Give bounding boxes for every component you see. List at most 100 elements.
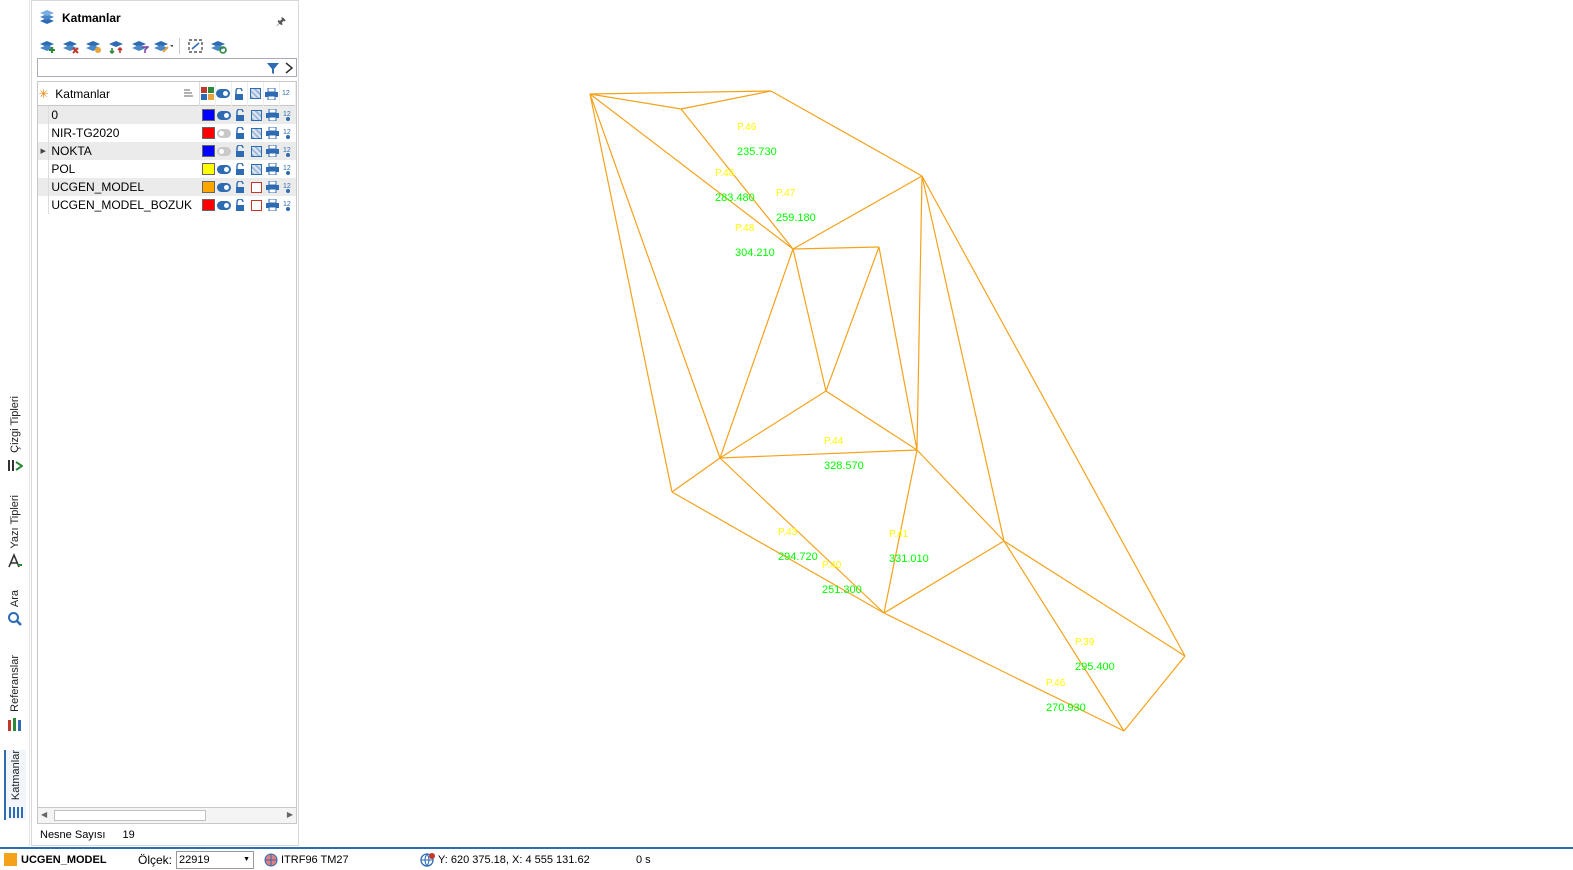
layer-fill-toggle[interactable] (248, 142, 264, 160)
tab-search[interactable]: Ara (4, 590, 26, 627)
tin-edge[interactable] (589, 93, 682, 110)
layer-row[interactable]: NIR-TG2020 12 (38, 124, 296, 142)
layer-color-swatch[interactable] (200, 106, 216, 124)
refresh-layers-icon[interactable] (209, 37, 229, 55)
layer-print-icon[interactable] (264, 160, 280, 178)
tab-layers[interactable]: Katmanlar (4, 750, 26, 821)
layer-visibility-toggle[interactable] (216, 178, 232, 196)
current-layer-indicator[interactable]: UCGEN_MODEL (4, 853, 107, 866)
scroll-thumb[interactable] (54, 810, 206, 821)
scale-dropdown[interactable]: 22919 ▼ (176, 850, 255, 869)
column-lock-icon[interactable] (232, 82, 248, 106)
tin-edge[interactable] (719, 449, 918, 459)
layer-settings-dropdown-icon[interactable] (153, 37, 173, 55)
delete-layer-icon[interactable] (61, 37, 81, 55)
tin-edge[interactable] (878, 246, 918, 451)
layer-lock-icon[interactable] (232, 196, 248, 214)
tab-text-types[interactable]: Yazı Tipleri (4, 495, 26, 569)
layer-visibility-toggle[interactable] (216, 160, 232, 178)
tin-edge[interactable] (921, 175, 1186, 657)
column-fill-icon[interactable] (248, 82, 264, 106)
layer-lock-icon[interactable] (232, 178, 248, 196)
layer-row[interactable]: UCGEN_MODEL 12 (38, 178, 296, 196)
filter-row[interactable] (37, 58, 297, 77)
layer-name[interactable]: 0 (49, 108, 200, 122)
layer-fill-toggle[interactable] (248, 178, 264, 196)
tin-edge[interactable] (589, 90, 772, 95)
scroll-left-icon[interactable]: ◀ (41, 810, 47, 819)
layer-color-swatch[interactable] (200, 142, 216, 160)
layer-name[interactable]: NIR-TG2020 (49, 126, 200, 140)
layer-color-swatch[interactable] (200, 178, 216, 196)
edit-layer-icon[interactable] (84, 37, 104, 55)
layer-visibility-toggle[interactable] (216, 196, 232, 214)
layer-row[interactable]: ▶ NOKTA 12 (38, 142, 296, 160)
horizontal-scrollbar[interactable]: ◀ ▶ (37, 807, 297, 824)
crs-indicator[interactable]: ITRF96 TM27 (264, 853, 349, 867)
tin-edge[interactable] (883, 540, 1005, 614)
column-more-icon[interactable]: 12 (280, 82, 296, 106)
tin-edge[interactable] (770, 90, 923, 177)
layer-fill-toggle[interactable] (248, 196, 264, 214)
layer-visibility-toggle[interactable] (216, 124, 232, 142)
tin-edge[interactable] (792, 246, 880, 250)
layer-more-icon[interactable]: 12 (280, 106, 296, 124)
scroll-right-icon[interactable]: ▶ (287, 810, 293, 819)
tin-edge[interactable] (916, 449, 1005, 542)
filter-icon[interactable] (266, 61, 280, 75)
tin-model-drawing[interactable]: P.46235.730P.48283.480 P.47259.180P.48304… (300, 0, 1573, 846)
tin-edge[interactable] (916, 175, 923, 451)
chevron-right-icon[interactable] (284, 61, 294, 75)
layer-more-icon[interactable]: 12 (280, 160, 296, 178)
tin-edge[interactable] (589, 93, 673, 493)
layer-fill-toggle[interactable] (248, 106, 264, 124)
tin-edge[interactable] (792, 248, 827, 392)
tin-edge[interactable] (719, 248, 794, 459)
layer-more-icon[interactable]: 12 (280, 124, 296, 142)
layer-fill-toggle[interactable] (248, 160, 264, 178)
column-color-icon[interactable] (200, 82, 216, 106)
layer-more-icon[interactable]: 12 (280, 178, 296, 196)
layer-lock-icon[interactable] (232, 124, 248, 142)
column-visibility-icon[interactable] (216, 82, 232, 106)
add-layer-icon[interactable] (38, 37, 58, 55)
tin-edge[interactable] (589, 93, 794, 250)
layer-row[interactable]: 0 12 (38, 106, 296, 124)
layer-print-icon[interactable] (264, 124, 280, 142)
layer-visibility-toggle[interactable] (216, 142, 232, 160)
layer-row[interactable]: POL 12 (38, 160, 296, 178)
layer-name[interactable]: POL (49, 162, 200, 176)
tin-edge[interactable] (671, 457, 721, 493)
layer-print-icon[interactable] (264, 142, 280, 160)
layer-visibility-toggle[interactable] (216, 106, 232, 124)
layer-print-icon[interactable] (264, 196, 280, 214)
filter-layer-icon[interactable] (130, 37, 150, 55)
tin-edge[interactable] (825, 246, 880, 392)
layer-more-icon[interactable]: 12 (280, 196, 296, 214)
layer-print-icon[interactable] (264, 178, 280, 196)
tin-edge[interactable] (1003, 540, 1186, 657)
layer-lock-icon[interactable] (232, 142, 248, 160)
column-header-name[interactable]: Katmanlar (49, 82, 200, 106)
layer-color-swatch[interactable] (200, 196, 216, 214)
layer-color-swatch[interactable] (200, 124, 216, 142)
layer-name[interactable]: UCGEN_MODEL_BOZUK (49, 198, 200, 212)
layer-row[interactable]: UCGEN_MODEL_BOZUK 12 (38, 196, 296, 214)
move-layer-icon[interactable] (107, 37, 127, 55)
sort-icon[interactable] (183, 89, 193, 98)
layer-more-icon[interactable]: 12 (280, 142, 296, 160)
tin-edge[interactable] (589, 93, 721, 459)
layer-fill-toggle[interactable] (248, 124, 264, 142)
column-print-icon[interactable] (264, 82, 280, 106)
pin-icon[interactable]: 🖈 (276, 13, 286, 32)
layer-color-swatch[interactable] (200, 160, 216, 178)
tab-references[interactable]: Referanslar (4, 655, 26, 732)
layer-lock-icon[interactable] (232, 106, 248, 124)
tin-edge[interactable] (1123, 655, 1186, 732)
tin-edge[interactable] (680, 90, 772, 110)
tin-edge[interactable] (719, 390, 827, 459)
tin-edge[interactable] (921, 175, 1005, 542)
chevron-down-icon[interactable]: ▼ (243, 856, 250, 863)
tab-line-types[interactable]: Çizgi Tipleri (4, 396, 26, 473)
layer-print-icon[interactable] (264, 106, 280, 124)
